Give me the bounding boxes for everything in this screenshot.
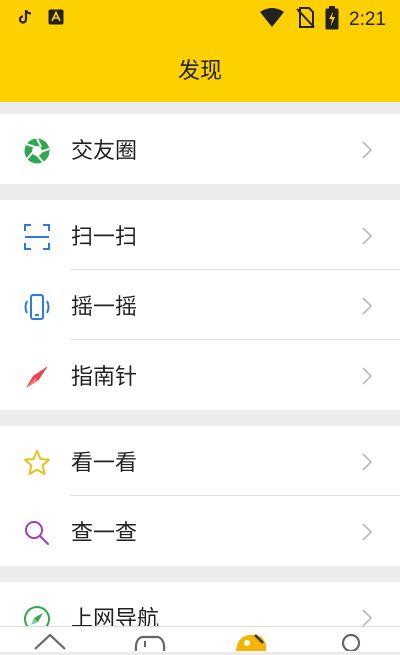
- app-header: 发现: [0, 36, 400, 102]
- no-sim-icon: [295, 7, 315, 33]
- status-time: 2:21: [349, 9, 386, 30]
- scan-icon: [22, 222, 52, 252]
- status-bar: 2:21: [0, 0, 400, 36]
- moments-aperture-icon: [22, 136, 52, 166]
- list-item-label: 摇一摇: [71, 295, 138, 320]
- chevron-right-icon: [362, 297, 373, 319]
- list-item-label: 指南针: [71, 365, 138, 390]
- section-browse: 看一看 查一查: [0, 426, 400, 566]
- chevron-right-icon: [362, 367, 373, 389]
- discover-list: 交友圈 扫一扫 摇一摇 指南针 看一看 查一查 上网导航: [0, 102, 400, 652]
- compass-icon: [22, 362, 52, 392]
- list-item-label: 看一看: [71, 451, 138, 476]
- list-item-label: 扫一扫: [71, 225, 138, 250]
- list-item-moments[interactable]: 交友圈: [0, 114, 400, 184]
- list-item-label: 交友圈: [71, 139, 138, 164]
- section-moments: 交友圈: [0, 114, 400, 184]
- list-item-label: 查一查: [71, 521, 138, 546]
- discover-palette-icon[interactable]: [233, 631, 269, 655]
- shake-phone-icon: [22, 292, 52, 322]
- wifi-icon: [259, 8, 285, 32]
- page-title: 发现: [177, 59, 222, 84]
- list-item-compass[interactable]: 指南针: [0, 340, 400, 410]
- battery-charging-icon: [325, 6, 339, 34]
- chevron-right-icon: [362, 227, 373, 249]
- chevron-right-icon: [362, 141, 373, 163]
- game-controller-icon[interactable]: [132, 631, 168, 655]
- list-item-look[interactable]: 看一看: [0, 426, 400, 496]
- profile-icon[interactable]: [336, 631, 366, 655]
- home-icon[interactable]: [33, 631, 67, 655]
- star-icon: [22, 448, 52, 478]
- section-tools: 扫一扫 摇一摇 指南针: [0, 200, 400, 410]
- chevron-right-icon: [362, 453, 373, 475]
- search-icon: [22, 518, 52, 548]
- bottom-navigation: [0, 626, 400, 653]
- text-a-icon: [48, 9, 64, 29]
- list-item-search[interactable]: 查一查: [0, 496, 400, 566]
- list-item-shake[interactable]: 摇一摇: [0, 270, 400, 340]
- list-item-scan[interactable]: 扫一扫: [0, 200, 400, 270]
- chevron-right-icon: [362, 523, 373, 545]
- tiktok-icon: [18, 9, 32, 29]
